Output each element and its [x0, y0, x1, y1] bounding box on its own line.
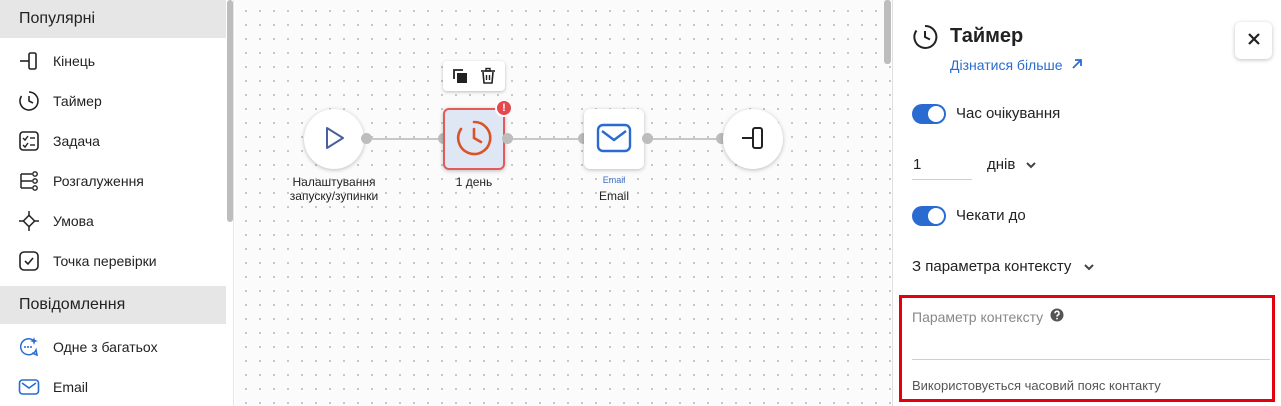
email-icon: [18, 376, 40, 398]
edge-timer-email: [512, 138, 584, 140]
end-node[interactable]: [723, 109, 783, 169]
email-output-port[interactable]: [642, 133, 653, 144]
duration-unit-select[interactable]: днів: [987, 156, 1037, 173]
wait-until-toggle[interactable]: [912, 206, 946, 226]
palette-item-timer[interactable]: Таймер: [0, 81, 226, 121]
palette-item-label: Розгалуження: [53, 173, 144, 189]
wait-until-label: Чекати до: [956, 207, 1026, 224]
palette-item-label: Задача: [53, 133, 100, 149]
palette-item-label: Email: [53, 379, 89, 395]
start-node-label: Налаштування запуску/зупинки: [265, 175, 403, 203]
close-icon: [1247, 32, 1261, 49]
palette-item-label: Кінець: [53, 53, 96, 69]
chevron-down-icon: [1083, 258, 1095, 275]
wait-source-value: З параметра контексту: [912, 258, 1072, 275]
copy-icon[interactable]: [449, 65, 471, 87]
node-toolbar: [443, 61, 505, 91]
duration-unit-value: днів: [987, 156, 1016, 173]
timer-node[interactable]: [443, 108, 505, 170]
sidebar-scrollbar[interactable]: [227, 0, 233, 222]
one-of-many-icon: [18, 336, 40, 358]
checkpoint-icon: [18, 250, 40, 272]
start-node-label-line1: Налаштування: [292, 175, 376, 189]
palette-item-email[interactable]: Email: [0, 367, 226, 406]
end-icon: [18, 50, 40, 72]
play-icon: [321, 125, 347, 154]
edge-email-end: [652, 138, 724, 140]
chevron-down-icon: [1025, 156, 1037, 173]
section-header-messages: Повідомлення: [0, 286, 226, 324]
panel-title: Таймер: [950, 25, 1024, 47]
context-param-input[interactable]: [912, 328, 1270, 360]
palette-item-branch[interactable]: Розгалуження: [0, 161, 226, 201]
timer-icon: [455, 119, 493, 160]
start-output-port[interactable]: [361, 133, 372, 144]
workflow-canvas[interactable]: [235, 0, 891, 406]
email-node[interactable]: [584, 109, 644, 169]
palette-item-task[interactable]: Задача: [0, 121, 226, 161]
duration-input[interactable]: [912, 150, 972, 180]
section-header-popular: Популярні: [0, 0, 226, 38]
context-param-label-text: Параметр контексту: [912, 308, 1044, 325]
palette-item-end[interactable]: Кінець: [0, 41, 226, 81]
timer-icon: [912, 24, 938, 50]
start-node-label-line2: запуску/зупинки: [289, 189, 379, 203]
palette-item-one-of-many[interactable]: Одне з багатьох: [0, 327, 226, 367]
condition-icon: [18, 210, 40, 232]
canvas-scrollbar[interactable]: [884, 0, 891, 64]
start-node[interactable]: [304, 109, 364, 169]
palette-item-checkpoint[interactable]: Точка перевірки: [0, 241, 226, 281]
learn-more-link[interactable]: Дізнатися більше: [950, 57, 1083, 73]
wait-time-toggle[interactable]: [912, 104, 946, 124]
palette-item-label: Умова: [53, 213, 94, 229]
close-button[interactable]: [1235, 22, 1272, 59]
context-param-hint: Використовується часовий пояс контакту: [912, 378, 1161, 393]
node-palette-sidebar: Популярні Кінець Таймер Задача Розгалуже…: [0, 0, 234, 406]
palette-item-label: Одне з багатьох: [53, 339, 158, 355]
email-node-label: Email: [598, 189, 629, 203]
branch-icon: [18, 170, 40, 192]
timer-output-port[interactable]: [502, 133, 513, 144]
wait-source-select[interactable]: З параметра контексту: [912, 258, 1095, 275]
help-icon[interactable]: [1050, 308, 1064, 325]
external-link-icon: [1071, 57, 1083, 73]
wait-time-label: Час очікування: [956, 105, 1061, 122]
palette-item-label: Таймер: [53, 93, 102, 109]
email-icon: [596, 123, 632, 156]
palette-item-label: Точка перевірки: [53, 253, 157, 269]
timer-icon: [18, 90, 40, 112]
palette-item-condition[interactable]: Умова: [0, 201, 226, 241]
context-param-label: Параметр контексту: [912, 308, 1064, 325]
task-icon: [18, 130, 40, 152]
edge-start-timer: [372, 138, 444, 140]
timer-node-label: 1 день: [455, 175, 493, 189]
trash-icon[interactable]: [477, 65, 499, 87]
end-icon: [739, 124, 767, 155]
email-node-sublabel: Email: [602, 175, 626, 185]
learn-more-label: Дізнатися більше: [950, 57, 1063, 73]
error-badge: !: [495, 99, 513, 117]
